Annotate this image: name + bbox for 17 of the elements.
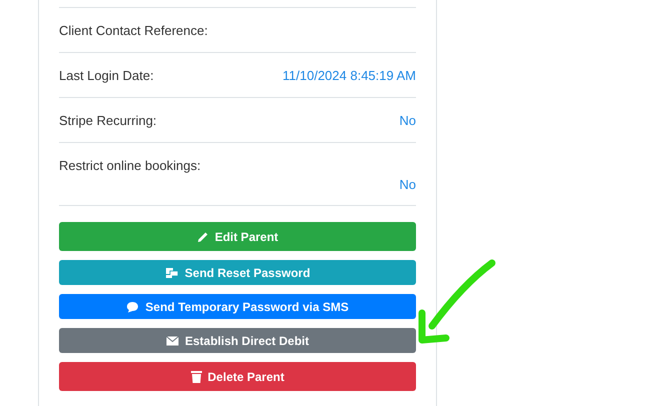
field-value: No xyxy=(399,112,416,128)
action-button[interactable]: Edit Parent xyxy=(59,222,416,251)
field-value: 11/10/2024 8:45:19 AM xyxy=(282,68,416,82)
action-button[interactable]: Delete Parent xyxy=(59,362,416,391)
chat-icon xyxy=(126,300,140,312)
action-button[interactable]: Establish Direct Debit xyxy=(59,328,416,353)
field-label: Restrict online bookings: xyxy=(59,158,202,173)
field-label: Stripe Recurring: xyxy=(59,112,157,128)
trash-icon xyxy=(190,370,202,383)
pencil-icon xyxy=(196,230,209,242)
action-button[interactable]: Send Reset Password xyxy=(59,260,416,285)
field-label: Client Contact Reference: xyxy=(59,22,208,38)
field-label: Last Login Date: xyxy=(59,68,154,82)
envelope-icon xyxy=(166,336,179,346)
action-button[interactable]: Send Temporary Password via SMS xyxy=(59,294,416,319)
cards-icon xyxy=(164,266,179,278)
field-value: No xyxy=(399,177,416,192)
